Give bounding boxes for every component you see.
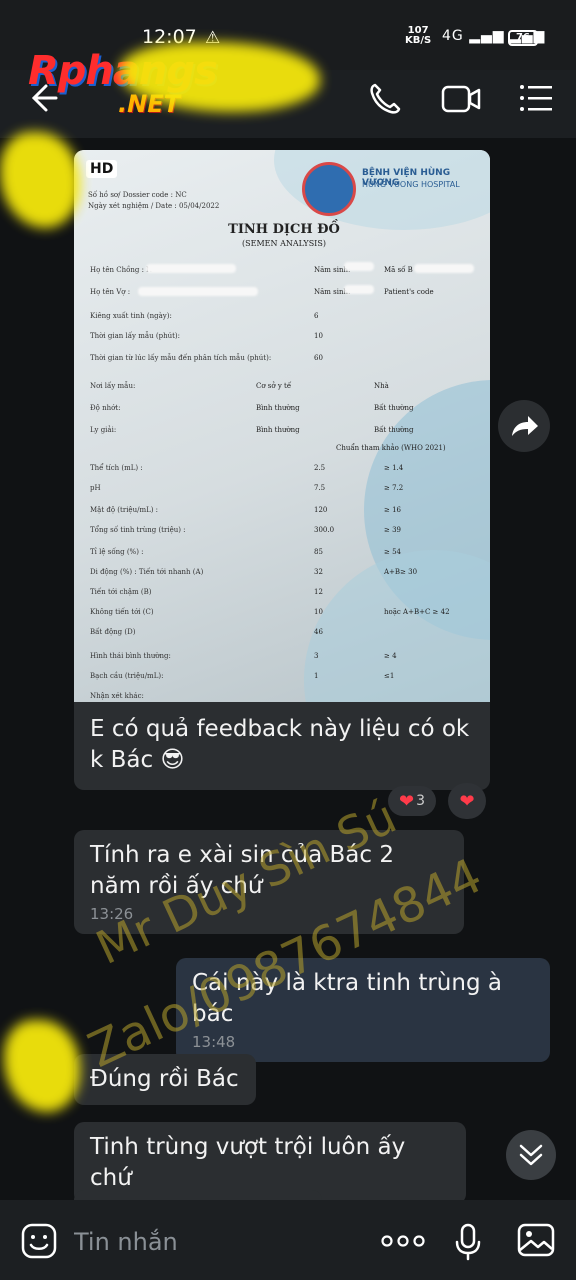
report-label: Ly giải:	[90, 426, 117, 434]
message-input[interactable]	[74, 1226, 354, 1258]
report-ref: hoặc A+B+C ≥ 42	[384, 608, 450, 616]
dossier-info: Số hồ sơ/ Dossier code : NC Ngày xét ngh…	[88, 191, 220, 210]
battery-icon: 76	[508, 30, 541, 46]
report-ref: Patient's code	[384, 288, 434, 296]
report-label: Di động (%) : Tiến tới nhanh (A)	[90, 568, 204, 576]
scroll-down-button[interactable]	[506, 1130, 556, 1180]
report-val: Bình thường	[256, 404, 300, 412]
hd-badge: HD	[86, 160, 118, 178]
report-ref: Bất thường	[374, 404, 414, 412]
react-button[interactable]: ❤	[448, 783, 486, 819]
report-ref: Mã số B	[384, 266, 413, 274]
report-val: 85	[314, 548, 323, 556]
report-val: 32	[314, 568, 323, 576]
document-subtitle: (SEMEN ANALYSIS)	[242, 239, 326, 248]
report-val: Cơ sở y tế	[256, 382, 292, 390]
hospital-logo	[302, 162, 356, 216]
report-label: Bất động (D)	[90, 628, 136, 636]
report-label: Họ tên Vợ :	[90, 288, 131, 296]
microphone-icon[interactable]	[452, 1222, 484, 1262]
report-val: Chuẩn tham khảo (WHO 2021)	[336, 444, 446, 452]
message-time: 13:48	[192, 1033, 236, 1051]
report-label: Tổng số tinh trùng (triệu) :	[90, 526, 186, 534]
lab-report-photo: BỆNH VIỆN HÙNG VƯƠNG HUNG VUONG HOSPITAL…	[74, 150, 490, 702]
chat-area: BỆNH VIỆN HÙNG VƯƠNG HUNG VUONG HOSPITAL…	[0, 138, 576, 1210]
report-val: 10	[314, 608, 323, 616]
report-ref: Bất thường	[374, 426, 414, 434]
message-text: Tinh trùng vượt trội luôn ấy chứ	[90, 1134, 406, 1191]
network-speed: 107 KB/S	[405, 25, 432, 46]
report-label: Nơi lấy mẫu:	[90, 382, 136, 390]
report-val: Bình thường	[256, 426, 300, 434]
report-ref: Nhà	[374, 382, 389, 390]
message-bubble[interactable]: E có quả feedback này liệu có ok k Bác 😎	[74, 702, 490, 790]
report-label: Mật độ (triệu/mL) :	[90, 506, 159, 514]
report-label: Không tiến tới (C)	[90, 608, 154, 616]
report-val: 2.5	[314, 464, 326, 472]
report-ref: ≥ 39	[384, 526, 401, 534]
video-call-icon[interactable]	[440, 82, 482, 116]
report-val: 7.5	[314, 484, 326, 492]
report-label: Họ tên Chồng : N	[90, 266, 153, 274]
report-ref: A+B≥ 30	[384, 568, 418, 576]
report-val: 300.0	[314, 526, 335, 534]
double-chevron-down-icon	[519, 1144, 543, 1166]
report-ref: ≥ 54	[384, 548, 401, 556]
reaction-summary[interactable]: ❤ 3	[388, 786, 436, 816]
report-label: Thời gian lấy mẫu (phút):	[90, 332, 180, 340]
report-val: 120	[314, 506, 328, 514]
report-val: 3	[314, 652, 319, 660]
report-label: Thời gian từ lúc lấy mẫu đến phân tích m…	[90, 354, 272, 362]
report-val: 60	[314, 354, 323, 362]
report-label: Thể tích (mL) :	[90, 464, 143, 472]
hospital-subname: HUNG VUONG HOSPITAL	[362, 180, 460, 189]
document-title: TINH DỊCH ĐỒ	[228, 222, 340, 237]
report-ref: ≤1	[384, 672, 395, 680]
heart-icon: ❤	[398, 790, 415, 812]
report-ref: ≥ 7.2	[384, 484, 404, 492]
report-label: Hình thái bình thường:	[90, 652, 171, 660]
menu-icon[interactable]	[518, 82, 554, 114]
message-text: E có quả feedback này liệu có ok k Bác 😎	[90, 716, 470, 773]
report-label: Kiêng xuất tinh (ngày):	[90, 312, 172, 320]
report-val: 1	[314, 672, 319, 680]
report-val: 6	[314, 312, 319, 320]
report-label: Độ nhớt:	[90, 404, 121, 412]
emoji-icon[interactable]	[20, 1222, 58, 1260]
report-val: 12	[314, 588, 323, 596]
report-ref: ≥ 4	[384, 652, 397, 660]
report-label: Nhận xét khác:	[90, 692, 144, 700]
report-val: 10	[314, 332, 323, 340]
call-icon[interactable]	[366, 80, 404, 118]
report-label: Bạch cầu (triệu/mL):	[90, 672, 164, 680]
report-label: Tỉ lệ sống (%) :	[90, 548, 144, 556]
report-label: pH	[90, 484, 101, 492]
forward-icon	[512, 416, 538, 436]
report-val: 46	[314, 628, 323, 636]
report-ref: ≥ 16	[384, 506, 401, 514]
forward-button[interactable]	[498, 400, 550, 452]
heart-icon: ❤	[459, 790, 475, 812]
report-ref: ≥ 1.4	[384, 464, 404, 472]
photo-message[interactable]: BỆNH VIỆN HÙNG VƯƠNG HUNG VUONG HOSPITAL…	[74, 150, 490, 702]
more-icon[interactable]	[380, 1228, 426, 1254]
report-label: Tiến tới chậm (B)	[90, 588, 152, 596]
image-icon[interactable]	[516, 1222, 556, 1258]
message-composer	[0, 1200, 576, 1280]
